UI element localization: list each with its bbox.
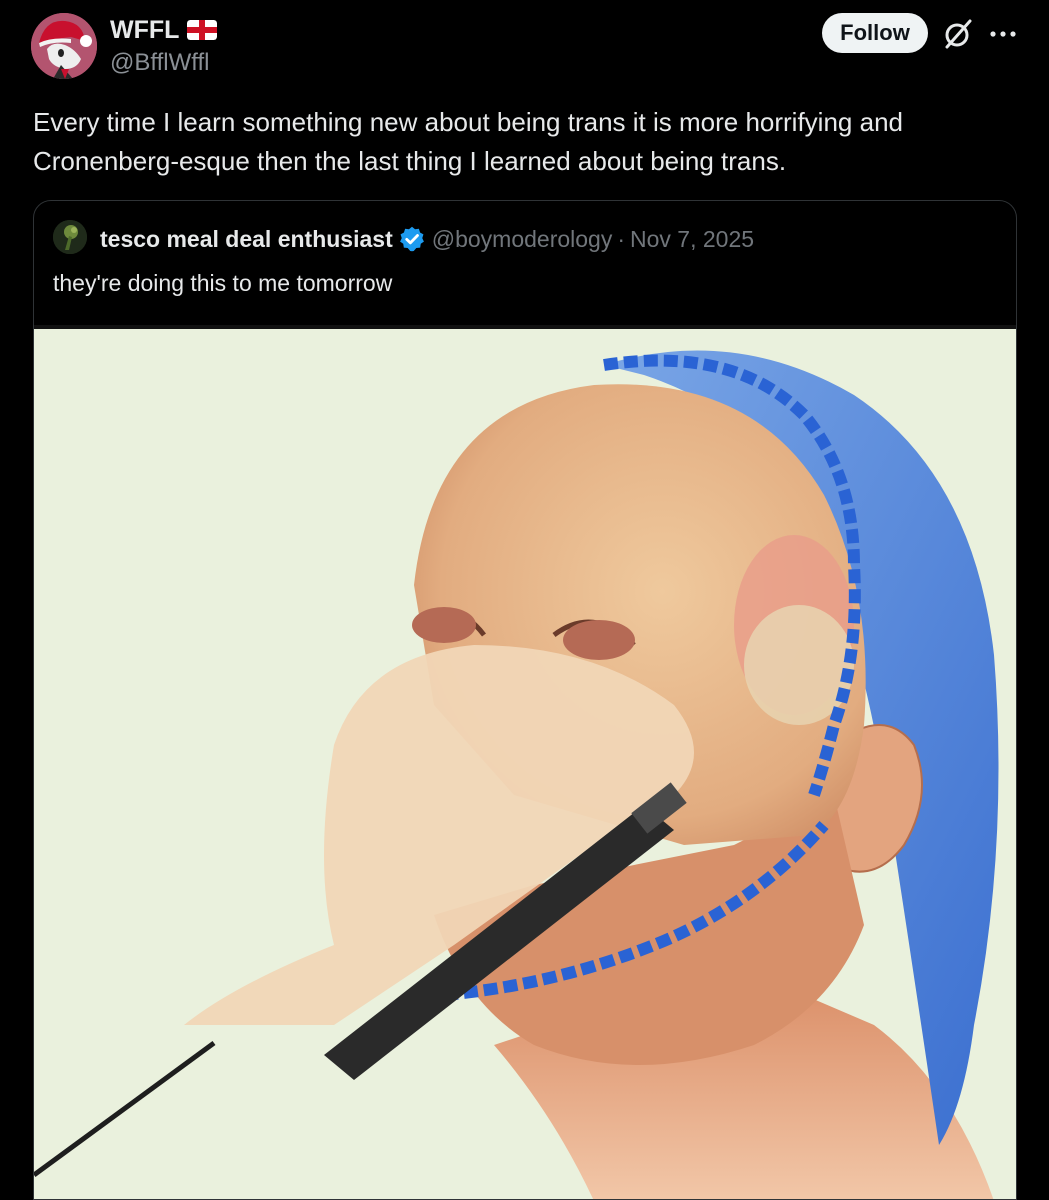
quote-avatar-image [53,220,87,254]
quote-separator: · [617,225,626,252]
follow-button[interactable]: Follow [822,13,928,53]
post-text: Every time I learn something new about b… [33,107,903,176]
quote-avatar[interactable] [53,220,87,254]
more-options-icon[interactable] [988,22,1018,44]
quote-display-name[interactable]: tesco meal deal enthusiast [100,226,393,253]
quote-date[interactable]: Nov 7, 2025 [630,226,754,253]
verified-badge-icon [399,226,424,252]
quote-header: tesco meal deal enthusiast @boymoderolog… [100,221,754,257]
quote-handle[interactable]: @boymoderology [432,226,613,253]
grok-icon[interactable] [942,18,974,50]
author-handle[interactable]: @BfflWffl [110,48,210,78]
author-avatar[interactable] [31,13,97,79]
author-name-text: WFFL [110,16,180,44]
author-display-name[interactable]: WFFL [110,14,218,46]
post: WFFL @BfflWffl Follow Every time I learn… [0,0,1049,1200]
quote-text: they're doing this to me tomorrow [53,270,393,296]
surgery-illustration [34,325,1016,1199]
avatar-image [31,13,97,79]
quote-media-image[interactable] [34,325,1016,1199]
england-flag-icon [187,20,218,40]
quoted-post[interactable]: tesco meal deal enthusiast @boymoderolog… [33,200,1017,1200]
